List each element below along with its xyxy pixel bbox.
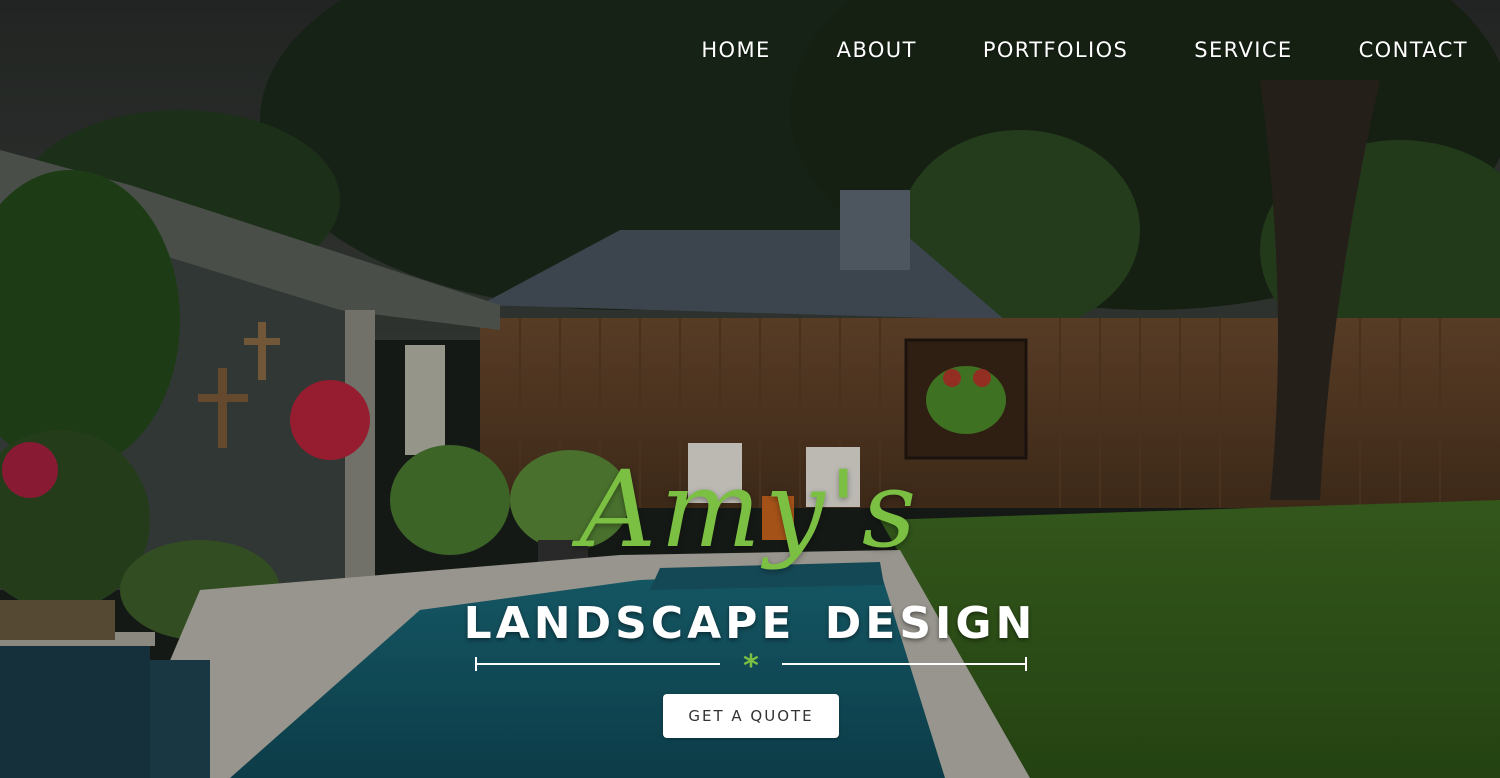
- nav-home-link[interactable]: HOME: [701, 36, 770, 64]
- divider-asterisk: *: [743, 652, 759, 676]
- asterisk-divider-icon: *: [475, 652, 1027, 676]
- nav-about-link[interactable]: ABOUT: [837, 36, 917, 64]
- hero-section: HOME ABOUT PORTFOLIOS SERVICE CONTACT Am…: [0, 0, 1500, 778]
- nav-portfolios-link[interactable]: PORTFOLIOS: [983, 36, 1128, 64]
- nav-contact-link[interactable]: CONTACT: [1359, 36, 1468, 64]
- brand-subtitle: LANDSCAPE DESIGN: [463, 598, 1037, 649]
- get-a-quote-button[interactable]: GET A QUOTE: [663, 694, 839, 738]
- nav-service-link[interactable]: SERVICE: [1194, 36, 1292, 64]
- main-nav: HOME ABOUT PORTFOLIOS SERVICE CONTACT: [635, 36, 1468, 64]
- brand-script-title: Amy's: [579, 448, 921, 571]
